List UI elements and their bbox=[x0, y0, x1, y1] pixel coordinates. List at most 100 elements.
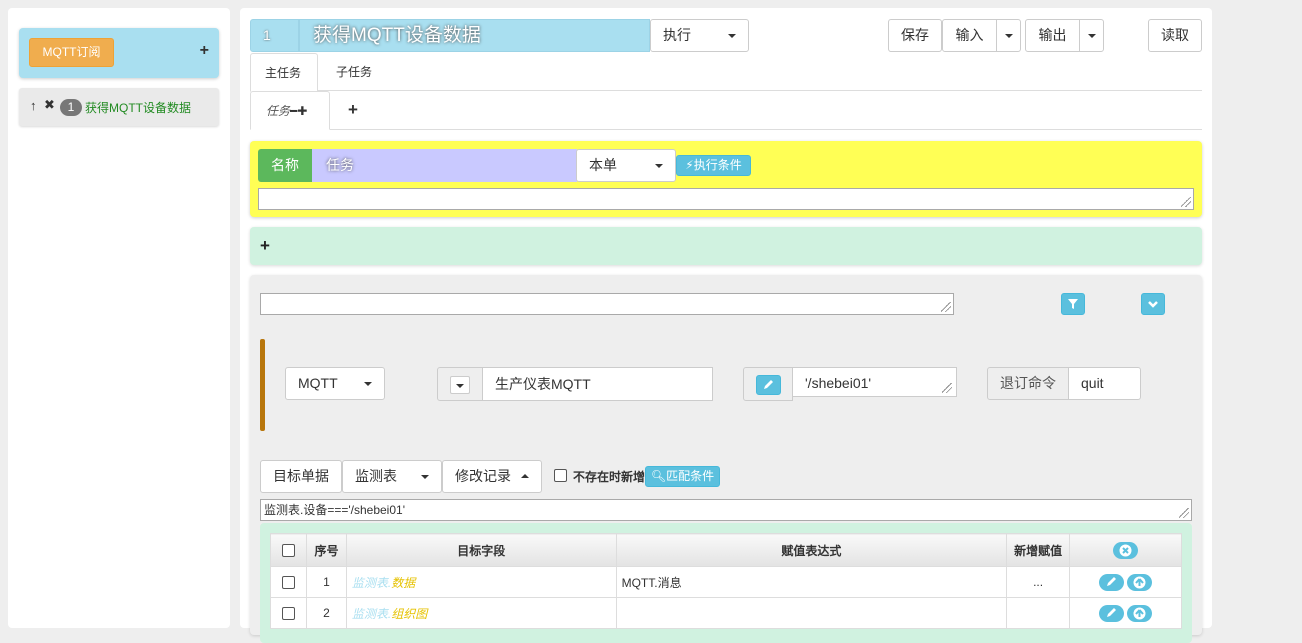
execute-condition-button[interactable]: ⚡执行条件 bbox=[676, 155, 751, 176]
add-step-panel: + bbox=[250, 227, 1202, 265]
row-seq: 2 bbox=[305, 597, 347, 629]
delete-icon[interactable]: ✖ bbox=[44, 97, 55, 113]
task-number-field[interactable]: 1 bbox=[250, 19, 299, 52]
plus-icon[interactable]: ✚ bbox=[297, 104, 307, 118]
input-button[interactable]: 输入 bbox=[942, 19, 997, 52]
add-step-icon[interactable]: + bbox=[260, 236, 270, 256]
tab-sub-task[interactable]: 子任务 bbox=[322, 53, 386, 91]
protocol-select[interactable]: MQTT bbox=[285, 367, 385, 400]
select-all-checkbox[interactable] bbox=[281, 544, 295, 558]
row-field-table: 监测表. bbox=[351, 575, 392, 590]
subtab-task[interactable]: 任务━✚ bbox=[250, 91, 330, 130]
resize-handle-icon[interactable] bbox=[1179, 508, 1189, 518]
main-tabs: 主任务 子任务 bbox=[250, 53, 1202, 92]
task-title-input[interactable]: 获得MQTT设备数据 bbox=[299, 19, 650, 52]
mqtt-subscribe-button[interactable]: MQTT订阅 bbox=[29, 38, 114, 67]
mode-select[interactable]: 执行 bbox=[650, 19, 749, 52]
select-all-header bbox=[270, 533, 307, 567]
match-condition-button[interactable]: 🔍︎匹配条件 bbox=[645, 466, 720, 487]
no-exist-add-checkbox[interactable] bbox=[554, 469, 567, 482]
chevron-down-icon bbox=[1005, 34, 1013, 38]
step-note-textarea[interactable] bbox=[260, 293, 954, 315]
output-button[interactable]: 输出 bbox=[1025, 19, 1080, 52]
add-subtab-icon[interactable]: + bbox=[334, 91, 372, 129]
input-dropdown-toggle[interactable] bbox=[996, 19, 1021, 52]
no-exist-add-label: 不存在时新增 bbox=[573, 470, 646, 484]
mode-select-value: 执行 bbox=[663, 27, 691, 43]
sidebar-item-task[interactable]: ↑ ✖ 1 获得MQTT设备数据 bbox=[19, 88, 219, 126]
row-checkbox-cell bbox=[270, 597, 307, 629]
topic-edit-addon[interactable] bbox=[743, 367, 793, 401]
sidebar-item-label[interactable]: 获得MQTT设备数据 bbox=[85, 99, 191, 116]
column-header-new-value[interactable]: 新增赋值 bbox=[1006, 533, 1071, 567]
lightning-icon: ⚡ bbox=[685, 158, 694, 172]
chevron-down-icon bbox=[364, 382, 372, 386]
column-header-expression[interactable]: 赋值表达式 bbox=[615, 533, 1008, 567]
row-edit-button[interactable] bbox=[1098, 604, 1124, 622]
output-dropdown-toggle[interactable] bbox=[1079, 19, 1104, 52]
row-new-value[interactable] bbox=[1006, 597, 1071, 629]
sidebar: MQTT订阅 + ↑ ✖ 1 获得MQTT设备数据 bbox=[8, 8, 230, 628]
search-icon: 🔍︎ bbox=[650, 469, 667, 483]
table-row[interactable]: 1 监测表.数据 MQTT.消息 ... bbox=[270, 566, 1182, 598]
topic-input[interactable]: '/shebei01' bbox=[792, 367, 957, 397]
resize-handle-icon[interactable] bbox=[1181, 197, 1191, 207]
resize-handle-icon[interactable] bbox=[941, 302, 951, 312]
match-expression-textarea[interactable]: 监测表.设备==='/shebei01' bbox=[260, 499, 1192, 521]
filter-icon bbox=[1068, 299, 1078, 309]
device-dropdown-toggle[interactable] bbox=[450, 376, 470, 394]
column-header-seq[interactable]: 序号 bbox=[305, 533, 347, 567]
task-name-input[interactable]: 任务 bbox=[312, 149, 577, 182]
topic-edit-button[interactable] bbox=[756, 375, 781, 395]
table-row[interactable]: 2 监测表.组织图 bbox=[270, 597, 1182, 629]
task-description-textarea[interactable] bbox=[258, 188, 1194, 210]
row-expression[interactable] bbox=[615, 597, 1008, 629]
arrow-up-icon bbox=[1133, 607, 1146, 619]
protocol-select-value: MQTT bbox=[298, 375, 338, 391]
row-new-value[interactable]: ... bbox=[1006, 566, 1071, 598]
sidebar-header: MQTT订阅 + bbox=[19, 28, 219, 78]
table-select-value: 监测表 bbox=[355, 468, 397, 484]
field-mapping-table: 序号 目标字段 赋值表达式 新增赋值 1 监测表.数据 MQTT.消息 ... … bbox=[270, 533, 1182, 629]
add-icon[interactable]: + bbox=[200, 42, 209, 60]
column-header-target-field[interactable]: 目标字段 bbox=[345, 533, 617, 567]
tab-main-task[interactable]: 主任务 bbox=[250, 53, 318, 92]
read-button[interactable]: 读取 bbox=[1148, 19, 1202, 52]
field-mapping-panel: 序号 目标字段 赋值表达式 新增赋值 1 监测表.数据 MQTT.消息 ... … bbox=[260, 523, 1192, 643]
row-target-field[interactable]: 监测表.组织图 bbox=[345, 597, 617, 629]
step-panel: MQTT 生产仪表MQTT '/shebei01' 退订命令 quit 目标单据… bbox=[250, 275, 1202, 643]
table-select[interactable]: 监测表 bbox=[342, 460, 442, 493]
match-expression-value: 监测表.设备==='/shebei01' bbox=[264, 503, 405, 517]
delete-all-header bbox=[1069, 533, 1182, 567]
chevron-down-icon bbox=[1088, 34, 1096, 38]
row-checkbox[interactable] bbox=[281, 607, 295, 621]
device-dropdown-addon[interactable] bbox=[437, 367, 483, 401]
row-target-field[interactable]: 监测表.数据 bbox=[345, 566, 617, 598]
device-input[interactable]: 生产仪表MQTT bbox=[482, 367, 713, 401]
unsubscribe-input[interactable]: quit bbox=[1068, 367, 1141, 400]
chevron-down-icon bbox=[728, 34, 736, 38]
row-field-name: 数据 bbox=[391, 575, 416, 590]
resize-handle-icon[interactable] bbox=[942, 383, 952, 393]
chevron-down-icon bbox=[655, 164, 663, 168]
row-checkbox[interactable] bbox=[281, 576, 295, 590]
row-checkbox-cell bbox=[270, 566, 307, 598]
main-panel: 1 获得MQTT设备数据 执行 保存 输入 输出 读取 主任务 子任务 任务━✚… bbox=[240, 8, 1212, 643]
row-move-up-button[interactable] bbox=[1127, 604, 1153, 622]
filter-button[interactable] bbox=[1061, 293, 1085, 315]
row-move-up-button[interactable] bbox=[1127, 573, 1153, 591]
row-expression[interactable]: MQTT.消息 bbox=[615, 566, 1008, 598]
save-button[interactable]: 保存 bbox=[888, 19, 942, 52]
arrow-up-icon[interactable]: ↑ bbox=[30, 98, 37, 113]
collapse-button[interactable] bbox=[1141, 293, 1165, 315]
delete-all-button[interactable] bbox=[1113, 541, 1139, 559]
record-select[interactable]: 修改记录 bbox=[442, 460, 542, 493]
target-document-button[interactable]: 目标单据 bbox=[260, 460, 342, 493]
record-select-value: 修改记录 bbox=[455, 468, 511, 484]
row-seq: 1 bbox=[305, 566, 347, 598]
match-condition-label: 匹配条件 bbox=[666, 469, 715, 483]
close-icon bbox=[1119, 544, 1132, 556]
scope-select[interactable]: 本单 bbox=[576, 149, 676, 182]
unsubscribe-label: 退订命令 bbox=[987, 367, 1069, 400]
row-edit-button[interactable] bbox=[1098, 573, 1124, 591]
